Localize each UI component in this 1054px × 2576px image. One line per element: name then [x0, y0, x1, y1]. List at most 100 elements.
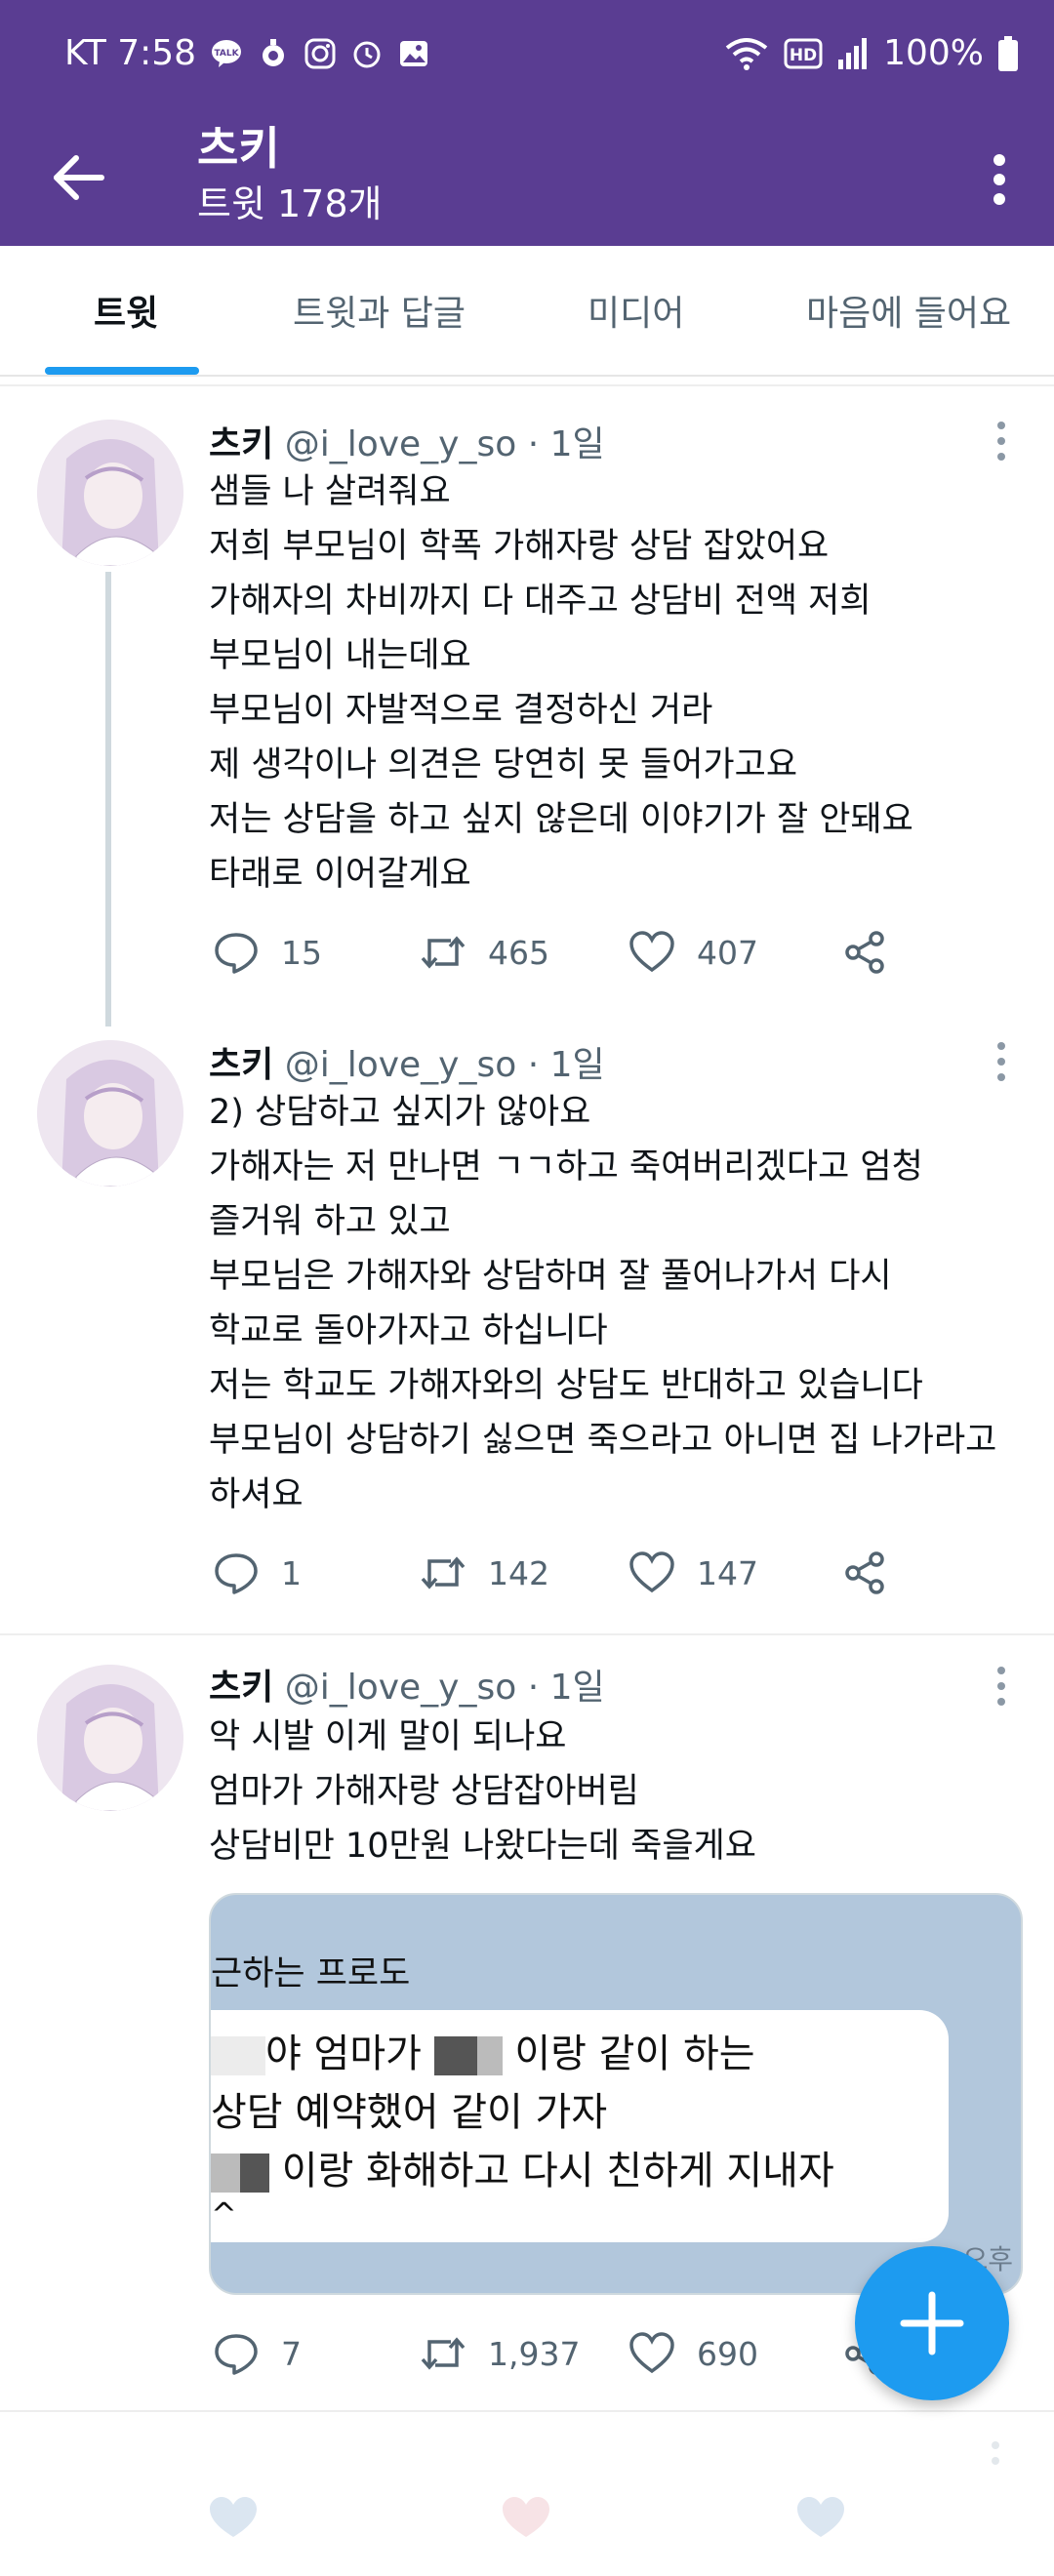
- chat-header-text: 근하는 프로도: [211, 1954, 411, 1993]
- reply-count: 1: [281, 1553, 302, 1592]
- tab-media[interactable]: 미디어: [588, 285, 684, 336]
- like-count: 690: [697, 2334, 758, 2373]
- svg-text:TALK: TALK: [215, 49, 240, 59]
- tweet-line: 가해자는 저 만나면 ㄱㄱ하고 죽여버리겠다고 엄청: [209, 1147, 923, 1187]
- divider: [0, 384, 1054, 386]
- battery-percent: 100%: [883, 33, 984, 73]
- back-arrow-icon[interactable]: [43, 142, 113, 213]
- tab-tweets-and-replies[interactable]: 트윗과 답글: [293, 285, 466, 336]
- thread-connector: [105, 572, 111, 1026]
- heart-icon: [629, 1551, 674, 1593]
- chat-text: 야 엄마가: [265, 2032, 422, 2076]
- heart-icon: [210, 2497, 257, 2537]
- retweet-button[interactable]: 142: [420, 1550, 549, 1596]
- like-button[interactable]: 147: [628, 1550, 758, 1596]
- chat-text: 이랑 같이 하는: [514, 2032, 755, 2076]
- like-button[interactable]: 407: [628, 929, 758, 976]
- heart-icon: [629, 931, 674, 973]
- retweet-icon: [421, 936, 466, 969]
- heart-icon: [797, 2497, 844, 2537]
- active-tab-indicator: [45, 367, 199, 375]
- location-icon: [263, 38, 285, 66]
- tweet-line: 저는 학교도 가해자와의 상담도 반대하고 있습니다: [209, 1366, 923, 1405]
- avatar[interactable]: [37, 1665, 183, 1811]
- more-options-icon[interactable]: [970, 141, 1029, 219]
- chat-line: 야 엄마가 이랑 같이 하는: [211, 2022, 755, 2078]
- tweet-header: 츠키 @i_love_y_so · 1일: [209, 416, 605, 466]
- reply-icon: [215, 933, 258, 974]
- author-name[interactable]: 츠키: [209, 1045, 273, 1085]
- divider: [0, 1633, 1054, 1635]
- like-button[interactable]: 690: [628, 2330, 758, 2377]
- tab-likes[interactable]: 마음에 들어요: [806, 285, 1011, 336]
- battery-icon: [998, 35, 1018, 71]
- chat-line: 상담 예약했어 같이 가자: [211, 2090, 608, 2135]
- avatar[interactable]: [37, 1040, 183, 1187]
- like-count: 407: [697, 933, 758, 972]
- divider: [0, 2410, 1054, 2412]
- tab-tweets[interactable]: 트윗: [94, 285, 158, 336]
- tweet-more-icon[interactable]: [986, 2439, 1005, 2482]
- tweet-line: 저는 상담을 하고 싶지 않은데 이야기가 잘 안돼요: [209, 800, 913, 839]
- chat-line: ^: [211, 2195, 237, 2233]
- tweet-line: 부모님이 자발적으로 결정하신 거라: [209, 691, 713, 730]
- retweet-icon: [421, 1556, 466, 1590]
- tweet-header: 츠키 @i_love_y_so · 1일: [209, 1659, 605, 1710]
- retweet-button[interactable]: 1,937: [420, 2330, 580, 2377]
- reply-count: 15: [281, 933, 322, 972]
- tweet-line: 하셔요: [209, 1475, 304, 1514]
- chat-line: 이랑 화해하고 다시 친하게 지내자: [211, 2139, 834, 2195]
- profile-name-title: 츠키: [197, 122, 280, 175]
- tweet-line: 가해자의 차비까지 다 대주고 상담비 전액 저희: [209, 582, 872, 621]
- hd-icon: HD: [784, 38, 823, 68]
- retweet-count: 465: [488, 933, 549, 972]
- tweet-line: 부모님이 상담하기 싫으면 죽으라고 아니면 집 나가라고: [209, 1421, 997, 1460]
- tweet-more-icon[interactable]: [992, 1040, 1011, 1083]
- share-button[interactable]: [841, 1550, 888, 1596]
- tweet-more-icon[interactable]: [992, 420, 1011, 463]
- tweet-actions: 1 142 147: [209, 1550, 1009, 1608]
- attached-image[interactable]: 근하는 프로도 야 엄마가 이랑 같이 하는 상담 예약했어 같이 가자 이랑 …: [209, 1893, 1023, 2295]
- tweet-header: 츠키 @i_love_y_so · 1일: [209, 1036, 605, 1087]
- kakaotalk-icon: TALK: [212, 39, 242, 67]
- reply-button[interactable]: 1: [213, 1550, 302, 1596]
- status-time: KT 7:58: [64, 33, 197, 73]
- signal-icon: [838, 37, 868, 69]
- compose-tweet-button[interactable]: [855, 2246, 1009, 2400]
- tweet-text: 2) 상담하고 싶지가 않아요 가해자는 저 만나면 ㄱㄱ하고 죽여버리겠다고 …: [209, 1085, 1029, 1522]
- tweet-line: 저희 부모님이 학폭 가해자랑 상담 잡았어요: [209, 527, 830, 566]
- tweet-line: 샘들 나 살려줘요: [209, 472, 451, 511]
- redacted-name: [211, 2036, 265, 2075]
- tweet-more-icon[interactable]: [992, 1665, 1011, 1708]
- redacted-name: [211, 2153, 240, 2193]
- author-handle: @i_love_y_so · 1일: [284, 1668, 605, 1708]
- retweet-count: 142: [488, 1553, 549, 1592]
- retweet-button[interactable]: 465: [420, 929, 549, 976]
- tweet-text: 악 시발 이게 말이 되나요 엄마가 가해자랑 상담잡아버림 상담비만 10만원…: [209, 1710, 1029, 1873]
- tweet-text: 샘들 나 살려줘요 저희 부모님이 학폭 가해자랑 상담 잡았어요 가해자의 차…: [209, 464, 1029, 902]
- chat-text: 이랑 화해하고 다시 친하게 지내자: [281, 2149, 834, 2194]
- tweet-line: 제 생각이나 의견은 당연히 못 들어가고요: [209, 745, 798, 785]
- reply-count: 7: [281, 2334, 302, 2373]
- share-icon: [845, 931, 884, 974]
- author-name[interactable]: 츠키: [209, 1668, 273, 1708]
- reply-icon: [215, 2334, 258, 2375]
- reply-button[interactable]: 15: [213, 929, 322, 976]
- heart-icon: [503, 2497, 549, 2537]
- tweet-line: 학교로 돌아가자고 하십니다: [209, 1311, 608, 1350]
- retweet-count: 1,937: [488, 2334, 581, 2373]
- author-name[interactable]: 츠키: [209, 424, 273, 464]
- reply-icon: [215, 1553, 258, 1594]
- reply-button[interactable]: 7: [213, 2330, 302, 2377]
- retweet-icon: [421, 2337, 466, 2370]
- profile-tabs: 트윗 트윗과 답글 미디어 마음에 들어요: [0, 246, 1054, 377]
- wifi-icon: [725, 37, 768, 70]
- svg-text:HD: HD: [790, 46, 817, 65]
- chat-bubble: 야 엄마가 이랑 같이 하는 상담 예약했어 같이 가자 이랑 화해하고 다시 …: [211, 2010, 949, 2242]
- app-bar: 츠키 트윗 178개: [0, 113, 1054, 246]
- avatar[interactable]: [37, 420, 183, 566]
- redacted-name: [240, 2153, 269, 2193]
- tweet-line: 엄마가 가해자랑 상담잡아버림: [209, 1772, 639, 1811]
- share-button[interactable]: [841, 929, 888, 976]
- tweet-line: 부모님은 가해자와 상담하며 잘 풀어나가서 다시: [209, 1257, 892, 1296]
